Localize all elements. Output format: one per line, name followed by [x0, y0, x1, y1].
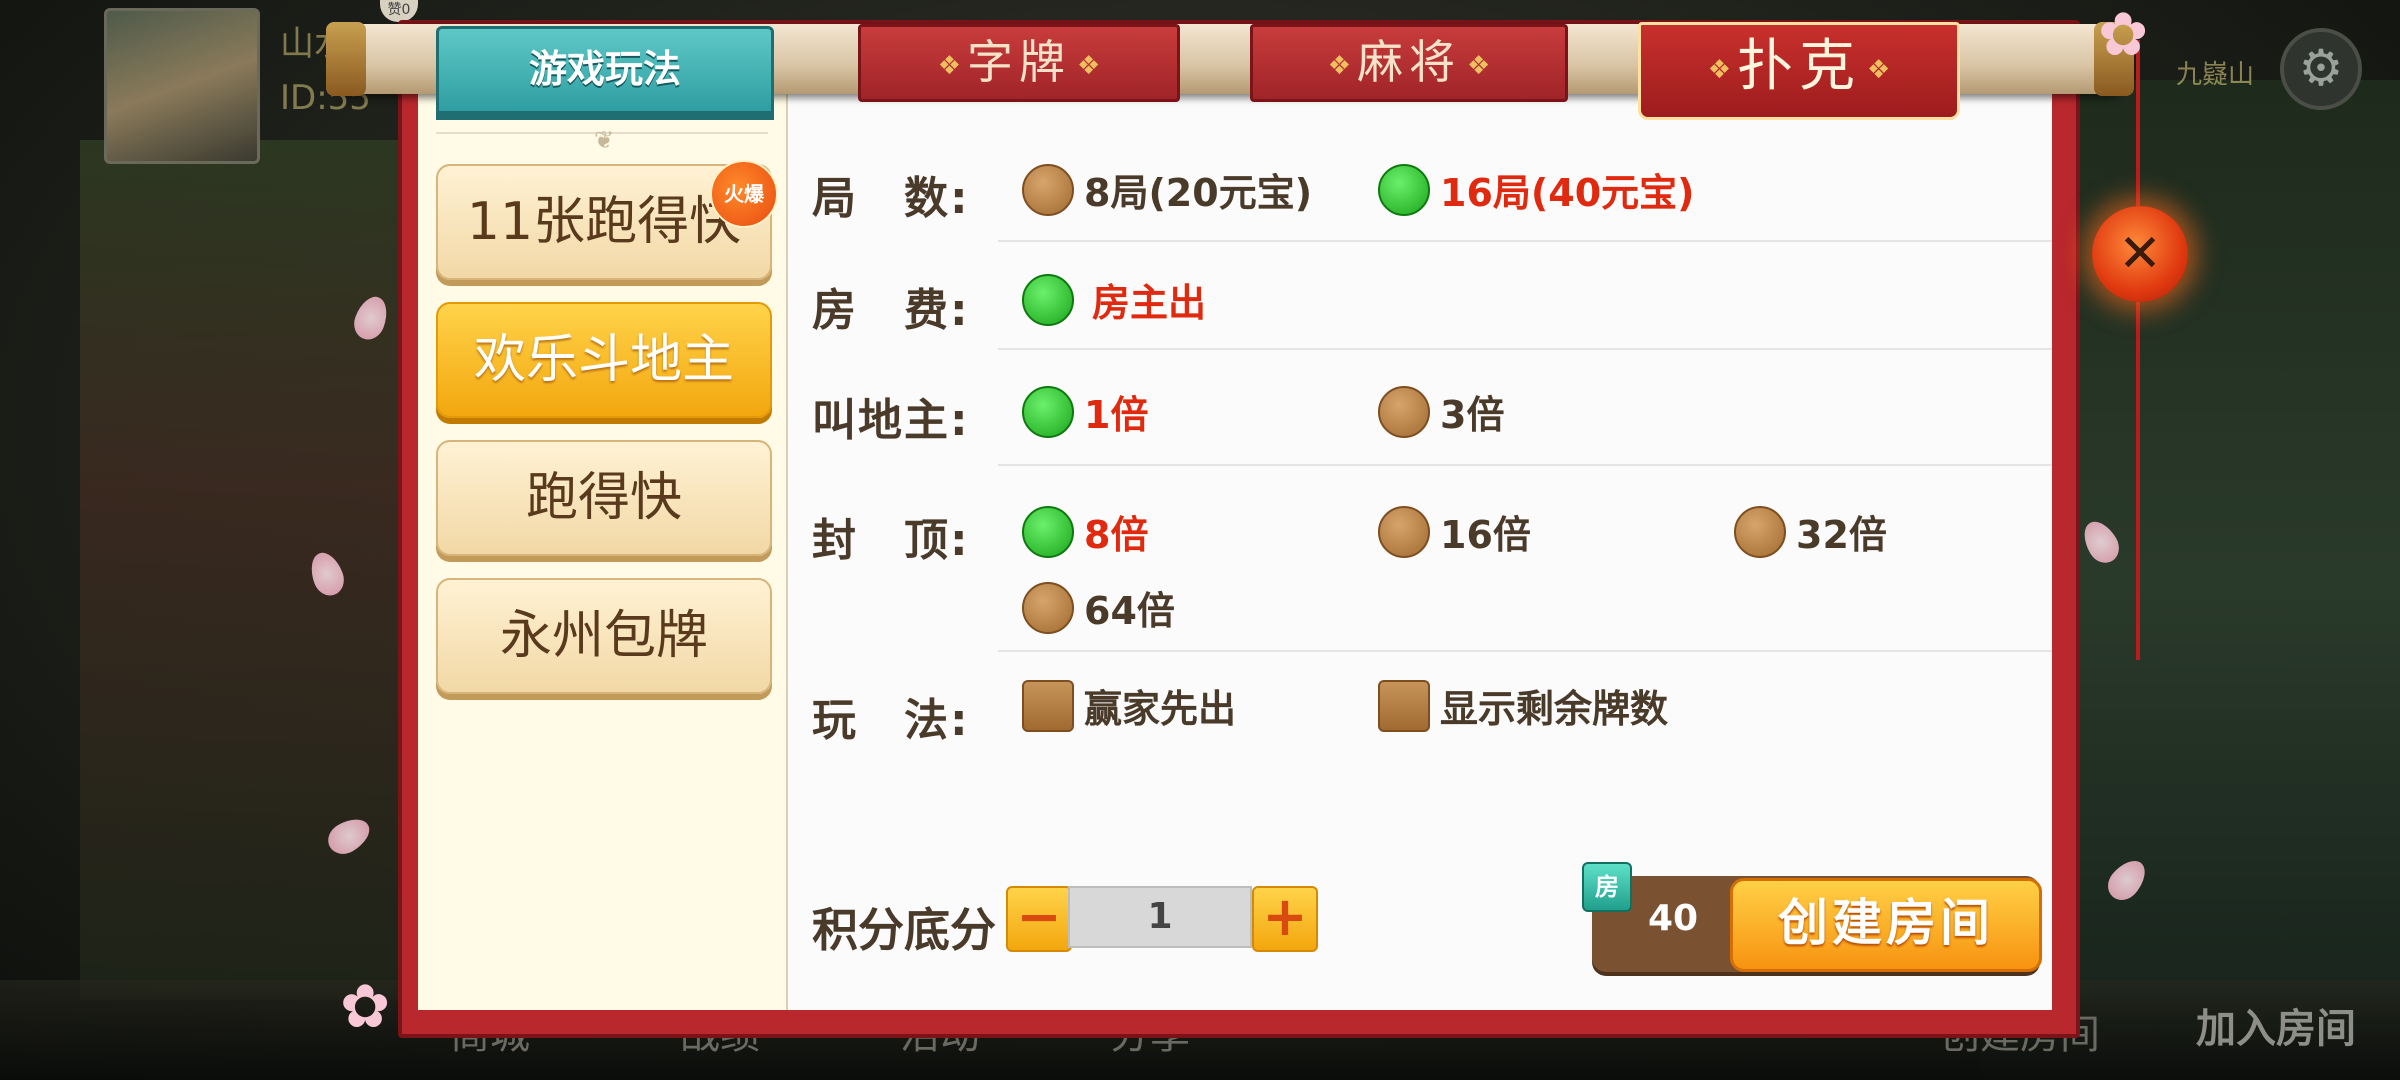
avatar-badge: 赞0 [380, 0, 418, 22]
cap-option-64x-label: 64倍 [1084, 589, 1175, 633]
tab-zipai-label: 字牌 [967, 35, 1071, 89]
radio-checked[interactable] [1378, 163, 1430, 216]
cap-option-32x-label: 32倍 [1796, 513, 1887, 557]
checkbox-unchecked[interactable] [1022, 679, 1074, 732]
cost-value: 40 [1648, 898, 1699, 939]
tab-game-rules[interactable]: 游戏玩法 [436, 26, 774, 114]
tab-ornament-icon: ❖ [1467, 50, 1491, 81]
scroll-rod-cap-left [326, 22, 366, 96]
cap-option-8x[interactable]: 8倍 [1022, 504, 1148, 559]
tab-ornament-icon: ❖ [1077, 50, 1101, 81]
knot-ornament-icon: ❦ [593, 126, 615, 154]
hanging-string [2136, 40, 2140, 660]
row-separator [998, 240, 2052, 242]
row-separator [998, 464, 2052, 466]
tab-ornament-icon: ❖ [937, 50, 961, 81]
tab-ornament-icon: ❖ [1327, 50, 1351, 81]
play-option-winner-first-label: 赢家先出 [1084, 687, 1237, 731]
play-option-show-remaining-label: 显示剩余牌数 [1440, 687, 1669, 731]
room-fee-option-owner-label: 房主出 [1092, 281, 1207, 325]
minus-button[interactable]: − [1006, 886, 1072, 952]
tab-mahjong-label: 麻将 [1357, 35, 1461, 89]
tab-game-rules-label: 游戏玩法 [528, 47, 681, 91]
tab-poker-label: 扑克 [1737, 34, 1861, 99]
game-item-yongzhou-baopai[interactable]: 永州包牌 [436, 578, 772, 694]
cap-option-32x[interactable]: 32倍 [1734, 504, 1887, 559]
row-separator [998, 650, 2052, 652]
radio-checked[interactable] [1022, 385, 1074, 438]
rounds-option-16-label: 16局(40元宝) [1440, 171, 1695, 215]
room-fee-option-owner[interactable]: 房主出 [1022, 272, 1206, 327]
hot-badge: 火爆 [710, 160, 778, 228]
flower-icon: ✿ [340, 972, 391, 1042]
call-landlord-option-3x[interactable]: 3倍 [1378, 384, 1504, 439]
rounds-label: 局 数: [812, 173, 970, 224]
checkbox-unchecked[interactable] [1378, 679, 1430, 732]
tab-ornament-icon: ❖ [1707, 54, 1731, 85]
cap-option-16x[interactable]: 16倍 [1378, 504, 1531, 559]
score-value: 1 [1068, 886, 1252, 948]
cap-label: 封 顶: [812, 515, 970, 566]
call-landlord-option-1x[interactable]: 1倍 [1022, 384, 1148, 439]
game-item-paodekuai[interactable]: 跑得快 [436, 440, 772, 556]
radio-unchecked[interactable] [1378, 385, 1430, 438]
radio-unchecked[interactable] [1022, 163, 1074, 216]
close-icon[interactable]: ✕ [2092, 206, 2188, 302]
rounds-option-8[interactable]: 8局(20元宝) [1022, 162, 1312, 217]
join-room-button[interactable]: 加入房间 [2196, 996, 2356, 1054]
plus-button[interactable]: + [1252, 886, 1318, 952]
play-option-show-remaining[interactable]: 显示剩余牌数 [1378, 678, 1668, 733]
radio-unchecked[interactable] [1022, 581, 1074, 634]
cap-option-8x-label: 8倍 [1084, 513, 1149, 557]
room-card-icon: 房 [1582, 862, 1632, 912]
cap-option-64x[interactable]: 64倍 [1022, 580, 1175, 635]
gear-icon[interactable]: ⚙ [2280, 28, 2362, 110]
rounds-option-16[interactable]: 16局(40元宝) [1378, 162, 1695, 217]
room-fee-label: 房 费: [812, 285, 970, 336]
call-landlord-label: 叫地主: [812, 395, 970, 446]
radio-checked[interactable] [1022, 505, 1074, 558]
play-option-winner-first[interactable]: 赢家先出 [1022, 678, 1236, 733]
game-item-huanle-doudizhu[interactable]: 欢乐斗地主 [436, 302, 772, 418]
tab-mahjong[interactable]: ❖ 麻将 ❖ [1250, 24, 1568, 102]
score-label: 积分底分 [812, 903, 996, 957]
radio-unchecked[interactable] [1734, 505, 1786, 558]
tab-zipai[interactable]: ❖ 字牌 ❖ [858, 24, 1180, 102]
tab-poker[interactable]: ❖ 扑克 ❖ [1638, 22, 1960, 120]
radio-checked[interactable] [1022, 273, 1074, 326]
call-landlord-option-1x-label: 1倍 [1084, 393, 1149, 437]
call-landlord-option-3x-label: 3倍 [1440, 393, 1505, 437]
radio-unchecked[interactable] [1378, 505, 1430, 558]
flower-icon: ✿ [2098, 0, 2149, 70]
avatar[interactable] [104, 8, 260, 164]
background-temple [80, 140, 440, 1000]
create-room-button[interactable]: 创建房间 [1730, 878, 2042, 972]
row-separator [998, 348, 2052, 350]
rounds-option-8-label: 8局(20元宝) [1084, 171, 1313, 215]
play-label: 玩 法: [812, 695, 970, 746]
location-label: 九嶷山 [2176, 60, 2255, 90]
cap-option-16x-label: 16倍 [1440, 513, 1531, 557]
tab-ornament-icon: ❖ [1867, 54, 1891, 85]
